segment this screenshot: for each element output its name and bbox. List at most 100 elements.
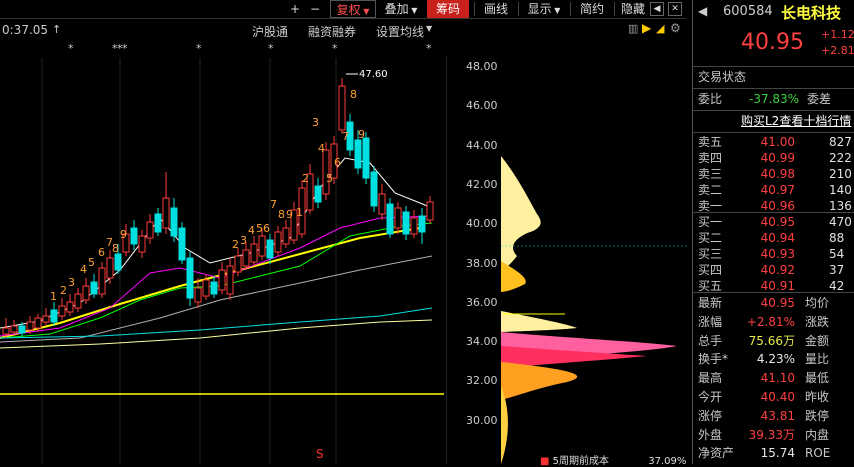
stat-label-2: 昨收 [805,390,830,404]
ask-row[interactable]: 卖三 40.98 210 [693,166,854,182]
candle-body [282,227,290,245]
book-price: 40.97 [760,183,795,197]
candles [2,78,434,338]
stock-header: ◀ 600584 长电科技 [693,0,854,26]
candle-body [138,235,146,253]
high-marker-label: 47.60 [359,69,388,80]
book-volume: 222 [829,151,852,165]
grid-icon[interactable]: ▥ [628,22,638,35]
candle-body [234,255,242,273]
stock-price: 40.95 [741,30,804,55]
chip-upper [501,156,541,274]
candle-body [418,215,426,233]
stat-label: 外盘 [698,427,723,442]
ask-row[interactable]: 卖二 40.97 140 [693,182,854,198]
ask-row[interactable]: 卖五 41.00 827 [693,134,854,150]
stat-label: 换手* [698,352,729,367]
divider [693,110,854,111]
stat-value: 4.23% [756,352,795,367]
book-price: 40.98 [760,167,795,181]
stat-label-2: 跌停 [805,408,830,423]
candle-body [250,243,258,263]
td-number: 6 [263,222,270,235]
stock-change-pct: +2.81 [821,44,854,57]
event-marker-icon[interactable]: * [332,42,338,55]
td-number: 4 [80,263,87,276]
fuquan-dropdown[interactable]: 复权 ▼ [330,0,376,18]
candle-body [162,197,170,229]
close-icon[interactable]: ✕ [668,2,682,16]
diejia-dropdown[interactable]: 叠加 ▼ [381,0,421,18]
td-number: 7 [270,198,277,211]
stat-value: 41.10 [760,371,795,386]
candle-body [42,315,50,323]
ask-row[interactable]: 卖四 40.99 222 [693,150,854,166]
stock-name: 长电科技 [781,4,842,22]
chart-icon[interactable]: ◢ [656,22,664,35]
flag-icon[interactable]: ▶ [642,21,651,35]
event-marker-icon[interactable]: * [196,42,202,55]
candle-body [146,221,154,239]
candle-body [170,207,178,237]
stat-row: 外盘 39.33万 内盘 [693,426,854,445]
stat-row: 今开 40.40 昨收 [693,388,854,407]
stat-label: 净资产 [698,446,735,461]
book-volume: 88 [829,231,845,245]
jianyue-button[interactable]: 简约 [574,0,610,18]
candle-body [82,285,90,301]
td-number: 5 [326,172,333,185]
book-price: 40.93 [760,247,795,261]
event-marker-icon[interactable]: * [426,42,432,55]
candle-body [178,227,186,261]
xianshi-dropdown[interactable]: 显示 ▼ [522,0,566,18]
bid-row[interactable]: 买二 40.94 88 [693,230,854,246]
zoom-out-button[interactable]: − [307,0,323,18]
collapse-icon[interactable]: ◀ [650,2,664,16]
candle-body [402,211,410,235]
candle-body [58,305,66,317]
zoom-in-button[interactable]: + [287,0,303,18]
book-volume: 140 [829,183,852,197]
kline-chart[interactable]: * * * * * * * * 1 234567 892 34 5 678 9 123456789 47.6… [0,38,446,464]
chip-footer-pct: 37.09% [648,456,687,467]
status-row: 交易状态 [693,68,854,87]
candle-body [2,327,10,335]
candle-body [354,139,362,169]
stat-label-2: 量比 [805,352,830,367]
divider [693,88,854,89]
gear-icon[interactable]: ⚙ [670,21,681,35]
stat-label: 总手 [698,333,723,348]
td-number: 2 [232,238,239,251]
bid-row[interactable]: 买四 40.92 37 [693,262,854,278]
yincang-button[interactable]: 隐藏 [617,0,649,18]
diejia-label: 叠加 [384,2,409,16]
divider [570,2,571,16]
book-volume: 54 [829,247,845,261]
book-level-label: 卖二 [698,183,723,197]
divider [693,292,854,293]
bid-row[interactable]: 买三 40.93 54 [693,246,854,262]
event-marker-icon[interactable]: * [68,42,74,55]
candle-body [242,249,250,267]
quote-panel: ◀ 600584 长电科技 40.95 +1.12 +2.81 交易状态 委比 … [692,0,854,464]
event-marker-icon[interactable]: * [122,42,128,55]
td-number: 6 [334,156,341,169]
chevron-left-icon[interactable]: ◀ [698,4,707,18]
event-marker-icon[interactable]: * [268,42,274,55]
stat-label: 最新 [698,296,723,310]
arrow-up-icon: ↑ [52,23,62,36]
td-number: 9 [286,208,293,221]
bid-row[interactable]: 买一 40.95 470 [693,214,854,230]
candle-body [370,171,378,207]
s-marker: S [316,447,324,461]
l2-link[interactable]: 购买L2查看十档行情 [741,112,851,131]
stat-value: 43.81 [760,408,795,423]
candle-body [210,281,218,295]
stock-code: 600584 [723,4,773,19]
book-volume: 37 [829,263,845,277]
stat-value: 40.40 [760,390,795,404]
stat-label-2: ROE [805,446,831,461]
candle-body [274,231,282,253]
l2-row[interactable]: 购买L2查看十档行情 [693,112,854,131]
candle-body [258,235,266,257]
